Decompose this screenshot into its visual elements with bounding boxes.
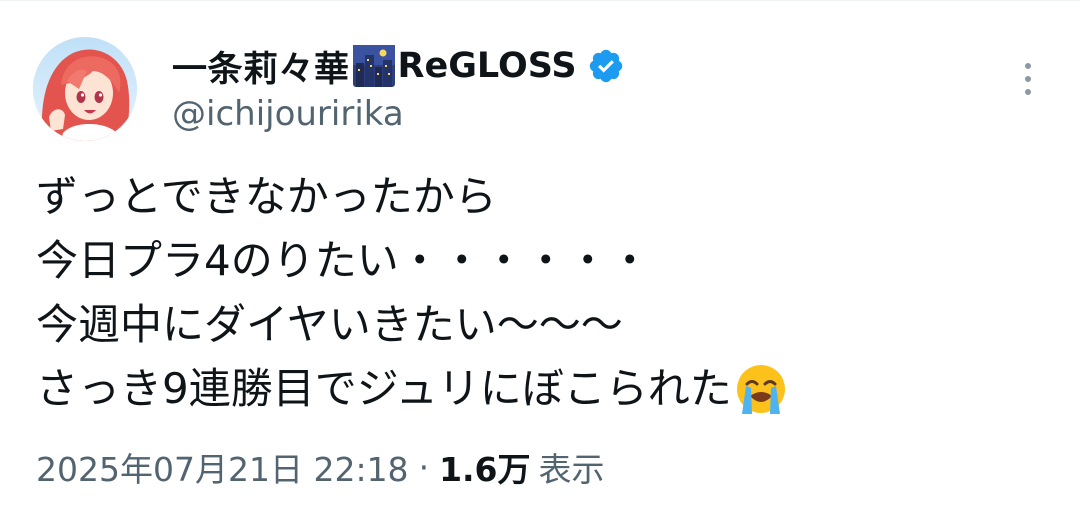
tweet-line: ずっとできなかったから: [36, 165, 1046, 229]
author-name-row[interactable]: 一条莉々華 ReGLOSS: [172, 42, 625, 90]
tweet-line-text: さっき9連勝目でジュリにぼこられた: [36, 364, 732, 413]
tweet-line: 今週中にダイヤいきたい〜〜〜: [36, 293, 1046, 357]
tweet-line-text: ずっとできなかったから: [36, 172, 497, 221]
tweet-timestamp[interactable]: 2025年07月21日 22:18: [36, 443, 409, 491]
meta-separator: ·: [418, 447, 430, 487]
author-group-name[interactable]: ReGLOSS: [398, 46, 577, 86]
tweet-line-text: 今週中にダイヤいきたい〜〜〜: [36, 300, 623, 349]
tweet-text: ずっとできなかったから 今日プラ4のりたい・・・・・・ 今週中にダイヤいきたい〜…: [36, 165, 1046, 421]
tweet-meta: 2025年07月21日 22:18 · 1.6万 表示: [36, 441, 605, 493]
author-display-name[interactable]: 一条莉々華: [172, 41, 350, 92]
tweet-line: さっき9連勝目でジュリにぼこられた: [36, 357, 1046, 421]
more-options-button[interactable]: [1014, 60, 1042, 100]
tweet-card: 一条莉々華 ReGLOSS @ichijouririka ずっとできなかったから…: [0, 0, 1080, 507]
night-city-emoji: [352, 45, 395, 87]
tweet-line: 今日プラ4のりたい・・・・・・: [36, 229, 1046, 293]
avatar[interactable]: [33, 37, 137, 141]
author-handle[interactable]: @ichijouririka: [172, 94, 404, 134]
views-count[interactable]: 1.6万: [439, 443, 530, 491]
avatar-image: [33, 37, 137, 141]
loudly-crying-face-emoji: [734, 362, 788, 416]
more-vertical-icon: [1025, 63, 1031, 95]
views-label[interactable]: 表示: [539, 443, 605, 491]
verified-badge-icon: [587, 47, 625, 85]
divider: [0, 0, 1080, 1]
tweet-line-text: 今日プラ4のりたい・・・・・・: [36, 236, 651, 285]
